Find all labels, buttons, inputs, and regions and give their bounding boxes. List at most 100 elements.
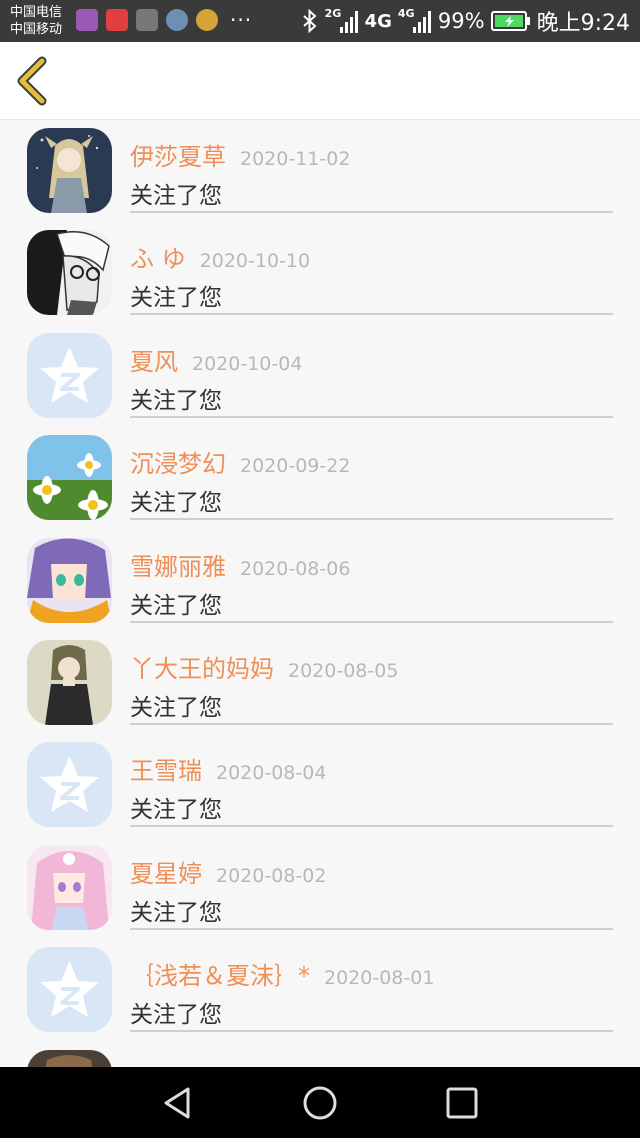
more-notifications-icon: ··· [230, 8, 253, 32]
name-line: 夏风 2020-10-04 [130, 342, 302, 377]
partial-avatar-icon [27, 1049, 112, 1067]
bluetooth-icon [302, 9, 317, 33]
follow-date: 2020-08-05 [288, 659, 399, 682]
gallery-notification-icon [76, 9, 98, 31]
follower-name[interactable]: 沉浸梦幻 [130, 450, 226, 478]
anime-girl-pink-avatar-icon [27, 844, 112, 930]
follower-info: 夏风 2020-10-04 关注了您 [130, 326, 613, 418]
avatar[interactable] [27, 947, 112, 1033]
anime-girl-black-dress-avatar-icon [27, 639, 112, 725]
follow-date: 2020-11-02 [240, 148, 351, 170]
qzone-star-avatar-icon [27, 742, 112, 828]
signal-2: 4G [398, 7, 432, 35]
name-line: 王雪瑞 2020-08-04 [130, 751, 326, 786]
follower-info: ｛浅若＆夏沫｝* 2020-08-01 关注了您 [130, 940, 613, 1033]
follow-date: 2020-09-22 [240, 455, 351, 478]
follower-info: 丫大王的妈妈 2020-08-05 关注了您 [130, 633, 613, 725]
avatar[interactable] [27, 844, 112, 930]
follower-item[interactable]: 丫大王的妈妈 2020-08-05 关注了您 [0, 633, 640, 735]
follower-info: 王雪瑞 2020-08-04 关注了您 [130, 735, 613, 828]
app-root: 中国电信 中国移动 ··· 2G 4G 4G 99% 晚上9:24 伊莎夏草 2… [0, 0, 640, 1138]
follow-action: 关注了您 [130, 387, 222, 414]
nav-back-button[interactable] [160, 1085, 196, 1121]
avatar[interactable] [27, 742, 112, 828]
follower-item[interactable]: 伊莎夏草 2020-11-02 关注了您 [0, 121, 640, 223]
red-app-notification-icon [106, 9, 128, 31]
anime-girl-dark-avatar-icon [27, 128, 112, 213]
name-line: 伊莎夏草 2020-11-02 [130, 137, 350, 172]
manga-boy-avatar-icon [27, 230, 112, 316]
clock: 晚上9:24 [536, 11, 630, 36]
name-line [130, 1059, 144, 1067]
anime-girl-purple-avatar-icon [27, 537, 112, 623]
follower-name[interactable]: 夏星婷 [130, 860, 202, 888]
back-button[interactable] [12, 56, 56, 106]
follow-action: 关注了您 [130, 183, 222, 209]
chevron-left-icon [17, 56, 47, 106]
avatar[interactable] [27, 128, 112, 213]
avatar[interactable] [27, 537, 112, 623]
name-line: 丫大王的妈妈 2020-08-05 [130, 649, 398, 684]
follow-action: 关注了您 [130, 490, 222, 517]
status-indicators: 2G 4G 4G 99% 晚上9:24 [301, 5, 630, 37]
signal-bars-icon [339, 11, 358, 33]
square-recents-icon [446, 1087, 478, 1119]
avatar[interactable] [27, 332, 112, 418]
follower-info: 雪娜丽雅 2020-08-06 关注了您 [130, 531, 613, 623]
follow-action: 关注了您 [130, 285, 222, 312]
globe-notification-icon [166, 9, 188, 31]
follower-info: 伊莎夏草 2020-11-02 关注了您 [130, 121, 613, 213]
follow-date: 2020-08-04 [216, 762, 327, 785]
carrier-labels: 中国电信 中国移动 [10, 4, 62, 38]
follow-action: 关注了您 [130, 899, 222, 926]
status-bar: 中国电信 中国移动 ··· 2G 4G 4G 99% 晚上9:24 [0, 0, 640, 42]
follow-date: 2020-08-01 [324, 967, 435, 990]
follower-item[interactable]: 夏星婷 2020-08-02 关注了您 [0, 838, 640, 940]
follower-item[interactable]: 夏风 2020-10-04 关注了您 [0, 326, 640, 428]
follow-action: 关注了您 [130, 592, 222, 619]
avatar[interactable] [27, 639, 112, 725]
follower-item[interactable]: 雪娜丽雅 2020-08-06 关注了您 [0, 531, 640, 633]
system-nav-bar [0, 1067, 640, 1138]
battery-charging-icon [490, 11, 530, 31]
nav-recents-button[interactable] [444, 1085, 480, 1121]
battery-percent: 99% [437, 9, 485, 33]
avatar[interactable] [27, 230, 112, 316]
signal-bars-icon [412, 11, 431, 33]
carrier-1-label: 中国电信 [10, 5, 63, 20]
triangle-back-icon [164, 1087, 190, 1119]
avatar[interactable] [27, 435, 112, 521]
follower-name[interactable]: ｛浅若＆夏沫｝* [130, 962, 310, 990]
follow-date: 2020-08-06 [240, 557, 351, 580]
follower-name[interactable]: 伊莎夏草 [130, 143, 226, 171]
follow-action: 关注了您 [130, 797, 222, 824]
qzone-star-avatar-icon [27, 947, 112, 1033]
follower-item[interactable]: 沉浸梦幻 2020-09-22 关注了您 [0, 428, 640, 530]
follower-name[interactable]: 雪娜丽雅 [130, 553, 226, 581]
follower-name[interactable]: 夏风 [130, 348, 178, 376]
follow-action: 关注了您 [130, 694, 222, 721]
follower-info: 沉浸梦幻 2020-09-22 关注了您 [130, 428, 613, 521]
follow-date: 2020-08-02 [216, 864, 327, 887]
photo-notification-icon [136, 9, 158, 31]
follower-item[interactable]: ｛浅若＆夏沫｝* 2020-08-01 关注了您 [0, 940, 640, 1042]
follow-action: 关注了您 [130, 1002, 222, 1029]
name-line: 雪娜丽雅 2020-08-06 [130, 547, 350, 582]
circle-home-icon [303, 1086, 337, 1120]
follower-item[interactable]: 王雪瑞 2020-08-04 关注了您 [0, 735, 640, 837]
title-bar [0, 42, 640, 120]
follow-date: 2020-10-10 [199, 250, 311, 273]
name-line: 沉浸梦幻 2020-09-22 [130, 444, 350, 479]
follower-name[interactable]: 王雪瑞 [130, 757, 202, 785]
nav-home-button[interactable] [302, 1085, 338, 1121]
name-line: ふ ゆ 2020-10-10 [130, 239, 310, 274]
follower-name[interactable]: ふ ゆ [130, 245, 186, 273]
follower-list[interactable]: 伊莎夏草 2020-11-02 关注了您 ふ ゆ 2020-10-10 关注了您… [0, 121, 640, 1067]
follower-item[interactable]: ふ ゆ 2020-10-10 关注了您 [0, 223, 640, 325]
follower-name[interactable]: 丫大王的妈妈 [130, 655, 274, 683]
follower-info: 夏星婷 2020-08-02 关注了您 [130, 838, 613, 930]
daisy-flowers-avatar-icon [27, 435, 112, 521]
follower-item-partial[interactable] [0, 1043, 640, 1067]
follower-info [130, 1043, 613, 1067]
avatar[interactable] [27, 1049, 112, 1067]
